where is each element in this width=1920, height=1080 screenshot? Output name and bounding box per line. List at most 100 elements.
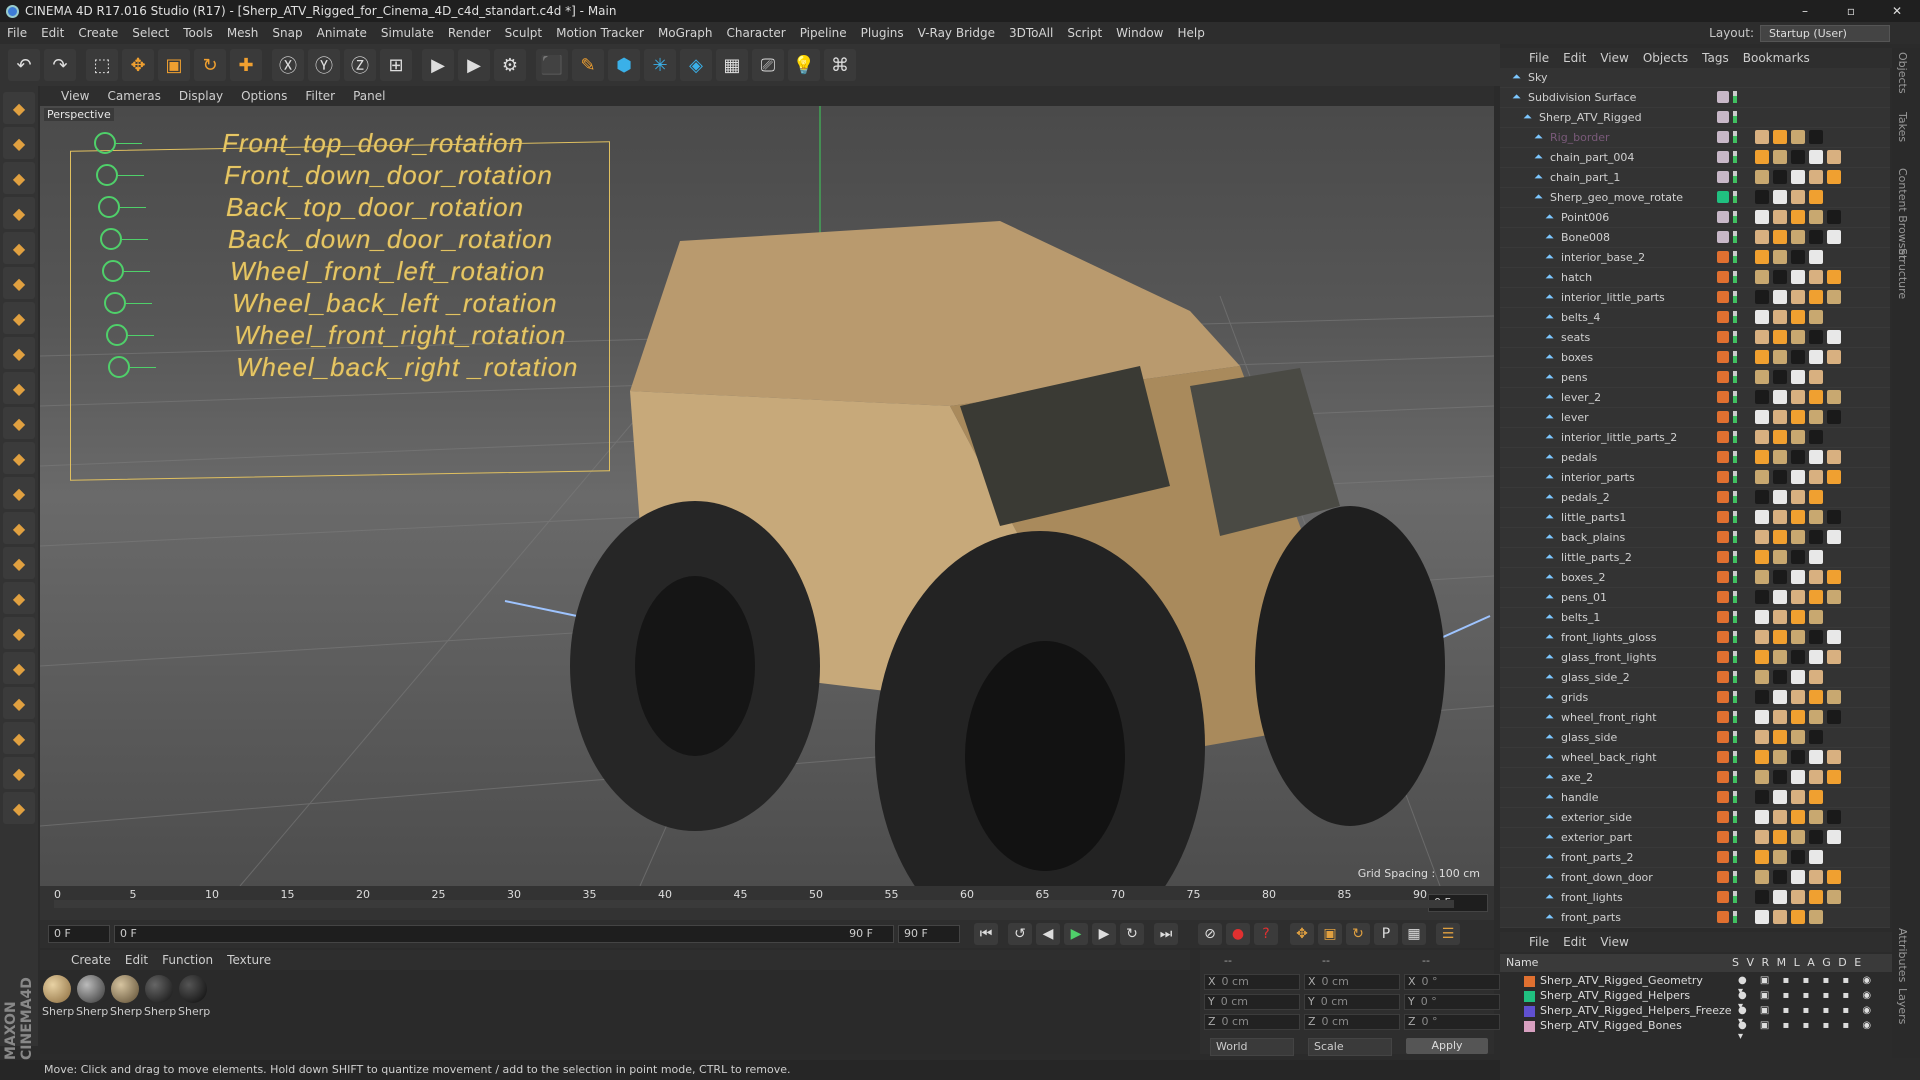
object-menu-bookmarks[interactable]: Bookmarks [1736, 51, 1817, 65]
material-tag-icon[interactable] [1773, 210, 1787, 224]
object-row[interactable]: ⏶ boxes [1500, 348, 1890, 368]
cube-icon[interactable]: ⬛ [536, 49, 568, 81]
material-tag-icon[interactable] [1809, 450, 1823, 464]
texture-mode-icon[interactable]: ◆ [3, 162, 35, 194]
go-to-start-button[interactable]: ⏮ [974, 923, 998, 945]
material-tag-icon[interactable] [1809, 190, 1823, 204]
menu-character[interactable]: Character [719, 26, 792, 40]
key-pla-icon[interactable]: ▦ [1402, 923, 1426, 945]
material-tag-icon[interactable] [1755, 830, 1769, 844]
layer-color-tag[interactable] [1717, 91, 1729, 103]
visibility-toggle[interactable] [1733, 131, 1737, 143]
material-tag-icon[interactable] [1809, 130, 1823, 144]
go-to-previous-key-button[interactable]: ↺ [1008, 923, 1032, 945]
layer-color-tag[interactable] [1717, 611, 1729, 623]
material-tag-icon[interactable] [1755, 250, 1769, 264]
material-tag-icon[interactable] [1827, 470, 1841, 484]
material-tag-icon[interactable] [1809, 830, 1823, 844]
object-row[interactable]: ⏶ seats [1500, 328, 1890, 348]
material-tag-icon[interactable] [1827, 270, 1841, 284]
layer-color-tag[interactable] [1717, 191, 1729, 203]
material-tag-icon[interactable] [1755, 390, 1769, 404]
side-tab-takes[interactable]: Takes [1896, 112, 1909, 142]
material-tag-icon[interactable] [1809, 550, 1823, 564]
material-swatch[interactable]: Sherp [110, 975, 142, 1018]
material-tag-icon[interactable] [1755, 150, 1769, 164]
rig-control-handle[interactable] [102, 260, 124, 282]
material-tag-icon[interactable] [1755, 610, 1769, 624]
visibility-toggle[interactable] [1733, 831, 1737, 843]
object-row[interactable]: ⏶ interior_little_parts_2 [1500, 428, 1890, 448]
material-tag-icon[interactable] [1773, 250, 1787, 264]
material-tag-icon[interactable] [1809, 310, 1823, 324]
side-tab-attributes[interactable]: Attributes [1896, 928, 1909, 982]
object-row[interactable]: ⏶ front_down_door [1500, 868, 1890, 888]
layer-color-tag[interactable] [1717, 871, 1729, 883]
visibility-toggle[interactable] [1733, 251, 1737, 263]
object-row[interactable]: ⏶ wheel_back_right [1500, 748, 1890, 768]
material-tag-icon[interactable] [1791, 890, 1805, 904]
material-tag-icon[interactable] [1755, 750, 1769, 764]
visibility-toggle[interactable] [1733, 751, 1737, 763]
material-tag-icon[interactable] [1773, 150, 1787, 164]
coord-scale-dropdown[interactable]: Scale [1308, 1038, 1392, 1056]
side-tab-content-browser[interactable]: Content Browser [1896, 168, 1909, 260]
visibility-toggle[interactable] [1733, 611, 1737, 623]
material-tag-icon[interactable] [1773, 870, 1787, 884]
layer-row[interactable]: Sherp_ATV_Rigged_Bones ● ▣ ▪ ▪ ▪ ▪ ◉ ▾ [1500, 1019, 1892, 1042]
material-tag-icon[interactable] [1755, 450, 1769, 464]
layer-color-tag[interactable] [1717, 151, 1729, 163]
material-tag-icon[interactable] [1791, 790, 1805, 804]
object-row[interactable]: ⏶ wheel_front_right [1500, 708, 1890, 728]
viewport-menu-filter[interactable]: Filter [296, 89, 344, 103]
array-icon[interactable]: ✳ [644, 49, 676, 81]
material-tag-icon[interactable] [1773, 470, 1787, 484]
material-tag-icon[interactable] [1773, 550, 1787, 564]
layer-color-tag[interactable] [1717, 771, 1729, 783]
previous-frame-button[interactable]: ◀ [1036, 923, 1060, 945]
object-menu-objects[interactable]: Objects [1636, 51, 1695, 65]
layer-color-tag[interactable] [1717, 331, 1729, 343]
layer-color-swatch[interactable] [1524, 991, 1535, 1002]
material-tag-icon[interactable] [1791, 450, 1805, 464]
material-tag-icon[interactable] [1773, 370, 1787, 384]
material-tag-icon[interactable] [1809, 330, 1823, 344]
material-tag-icon[interactable] [1809, 690, 1823, 704]
material-tag-icon[interactable] [1791, 670, 1805, 684]
material-tag-icon[interactable] [1755, 630, 1769, 644]
object-row[interactable]: ⏶ lever_2 [1500, 388, 1890, 408]
material-tag-icon[interactable] [1827, 810, 1841, 824]
material-tag-icon[interactable] [1773, 630, 1787, 644]
rotate-icon[interactable]: ↻ [194, 49, 226, 81]
object-row[interactable]: ⏶ hatch [1500, 268, 1890, 288]
material-tag-icon[interactable] [1791, 330, 1805, 344]
visibility-toggle[interactable] [1733, 331, 1737, 343]
material-swatch[interactable]: Sherp [144, 975, 176, 1018]
material-tag-icon[interactable] [1773, 750, 1787, 764]
layer-color-tag[interactable] [1717, 171, 1729, 183]
material-tag-icon[interactable] [1755, 170, 1769, 184]
object-row[interactable]: ⏶ glass_side [1500, 728, 1890, 748]
visibility-toggle[interactable] [1733, 731, 1737, 743]
redo-icon[interactable]: ↷ [44, 49, 76, 81]
rig-control-handle[interactable] [104, 292, 126, 314]
material-tag-icon[interactable] [1809, 710, 1823, 724]
material-tag-icon[interactable] [1809, 570, 1823, 584]
material-tag-icon[interactable] [1773, 170, 1787, 184]
material-tag-icon[interactable] [1773, 410, 1787, 424]
material-tag-icon[interactable] [1827, 330, 1841, 344]
object-row[interactable]: ⏶ Rig_border [1500, 128, 1890, 148]
side-tab-objects[interactable]: Objects [1896, 52, 1909, 94]
material-tag-icon[interactable] [1809, 890, 1823, 904]
menu-mograph[interactable]: MoGraph [651, 26, 720, 40]
material-tag-icon[interactable] [1755, 490, 1769, 504]
material-tag-icon[interactable] [1791, 870, 1805, 884]
material-tag-icon[interactable] [1809, 350, 1823, 364]
material-tag-icon[interactable] [1809, 490, 1823, 504]
layer-color-tag[interactable] [1717, 411, 1729, 423]
visibility-toggle[interactable] [1733, 811, 1737, 823]
live-select-icon[interactable]: ✚ [230, 49, 262, 81]
menu-create[interactable]: Create [71, 26, 125, 40]
menu-snap[interactable]: Snap [265, 26, 309, 40]
object-row[interactable]: ⏶ handle [1500, 788, 1890, 808]
